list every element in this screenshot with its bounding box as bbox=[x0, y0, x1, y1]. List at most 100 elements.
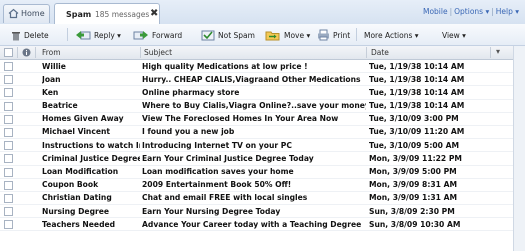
message-subject: Chat and email FREE with local singles bbox=[142, 193, 308, 203]
message-subject: Earn Your Nursing Degree Today bbox=[142, 206, 281, 216]
print-button[interactable]: Print bbox=[317, 28, 350, 42]
message-from: Michael Vincent bbox=[42, 127, 111, 137]
close-icon[interactable]: ✖ bbox=[150, 8, 158, 19]
message-row[interactable]: Homes Given Away View The Foreclosed Home… bbox=[0, 113, 525, 126]
row-checkbox[interactable] bbox=[4, 88, 13, 98]
view-button[interactable]: View ▾ bbox=[442, 28, 466, 42]
subject-column-header[interactable]: Subject bbox=[144, 48, 172, 57]
folder-icon bbox=[265, 31, 280, 41]
tab-spam-label: Spam bbox=[66, 10, 92, 19]
move-label: Move ▾ bbox=[284, 30, 311, 40]
reply-button[interactable]: Reply ▾ bbox=[75, 28, 121, 42]
message-date: Mon, 3/9/09 11:22 PM bbox=[369, 153, 462, 163]
row-checkbox[interactable] bbox=[4, 75, 13, 85]
row-checkbox[interactable] bbox=[4, 180, 13, 190]
trash-icon bbox=[12, 31, 20, 40]
view-label: View ▾ bbox=[442, 30, 466, 40]
forward-icon bbox=[133, 31, 148, 40]
message-subject: Hurry.. CHEAP CIALIS,Viagraand Other Med… bbox=[142, 74, 361, 84]
row-checkbox[interactable] bbox=[4, 127, 13, 137]
toolbar-divider bbox=[356, 28, 357, 41]
reply-label: Reply ▾ bbox=[94, 30, 121, 40]
flag-column-icon[interactable] bbox=[22, 48, 31, 57]
move-button[interactable]: Move ▾ bbox=[265, 28, 310, 42]
message-from: Christian Dating bbox=[42, 193, 112, 203]
message-subject: View The Foreclosed Homes In Your Area N… bbox=[142, 114, 339, 124]
row-checkbox[interactable] bbox=[4, 114, 13, 124]
message-row[interactable]: Willie High quality Medications at low pr… bbox=[0, 60, 525, 74]
message-row[interactable]: Christian Dating Chat and email FREE with… bbox=[0, 192, 525, 206]
message-from: Coupon Book bbox=[42, 180, 99, 190]
select-all-checkbox[interactable] bbox=[4, 48, 13, 57]
message-row[interactable]: Loan Modification Loan modification saves… bbox=[0, 166, 525, 179]
row-checkbox[interactable] bbox=[4, 141, 13, 151]
message-from: Homes Given Away bbox=[42, 114, 124, 124]
date-column-header[interactable]: Date bbox=[371, 48, 389, 57]
message-subject: Advance Your Career today with a Teachin… bbox=[142, 219, 362, 229]
tab-home[interactable]: Home bbox=[3, 4, 50, 23]
message-row[interactable]: Coupon Book 2009 Entertainment Book 50% O… bbox=[0, 179, 525, 192]
delete-label: Delete bbox=[24, 30, 49, 40]
spam-message-count: 185 messages bbox=[95, 10, 150, 19]
forward-button[interactable]: Forward bbox=[133, 28, 182, 42]
row-checkbox[interactable] bbox=[4, 193, 13, 203]
row-checkbox[interactable] bbox=[4, 154, 13, 164]
tab-home-label: Home bbox=[21, 9, 45, 18]
message-date: Tue, 3/10/09 11:20 AM bbox=[369, 127, 465, 137]
tab-bar: Home Spam 185 messages ✖ Mobile | Options … bbox=[0, 0, 525, 25]
message-from: Criminal Justice Degree bbox=[42, 153, 140, 163]
message-date: Sun, 3/8/09 2:30 PM bbox=[369, 206, 455, 216]
message-row[interactable]: Beatrice Where to Buy Cialis,Viagra Onlin… bbox=[0, 100, 525, 113]
column-divider bbox=[140, 47, 141, 58]
row-checkbox[interactable] bbox=[4, 101, 13, 111]
message-row[interactable]: Michael Vincent I found you a new job Tue,… bbox=[0, 126, 525, 140]
message-from: Instructions to watch Internet TV bbox=[42, 140, 140, 150]
message-row[interactable]: Nursing Degree Earn Your Nursing Degree T… bbox=[0, 205, 525, 219]
sort-arrow-icon[interactable]: ▾ bbox=[496, 47, 500, 56]
message-list-header: From Subject Date ▾ bbox=[0, 46, 525, 60]
message-row[interactable]: Instructions to watch Internet TVIntrodu… bbox=[0, 139, 525, 153]
forward-label: Forward bbox=[152, 30, 183, 40]
message-subject: Loan modification saves your home bbox=[142, 167, 294, 176]
message-subject: Earn Your Criminal Justice Degree Today bbox=[142, 153, 314, 163]
message-from: Nursing Degree bbox=[42, 206, 110, 216]
column-divider bbox=[17, 47, 18, 58]
not-spam-icon bbox=[201, 30, 215, 41]
row-checkbox[interactable] bbox=[4, 62, 13, 71]
message-subject: High quality Medications at low price ! bbox=[142, 61, 308, 71]
row-checkbox[interactable] bbox=[4, 167, 13, 177]
more-actions-button[interactable]: More Actions ▾ bbox=[364, 28, 419, 42]
tab-spam[interactable]: Spam 185 messages ✖ bbox=[54, 3, 160, 25]
mobile-link[interactable]: Mobile bbox=[423, 7, 448, 16]
message-date: Tue, 1/19/38 10:14 AM bbox=[369, 101, 465, 111]
message-date: Mon, 3/9/09 5:00 PM bbox=[369, 167, 457, 176]
message-subject: Introducing Internet TV on your PC bbox=[142, 140, 292, 150]
message-row[interactable]: Teachers Needed Advance Your Career today… bbox=[0, 218, 525, 232]
message-date: Tue, 3/10/09 5:00 AM bbox=[369, 140, 460, 150]
message-subject: Online pharmacy store bbox=[142, 87, 240, 97]
more-actions-label: More Actions ▾ bbox=[364, 30, 419, 40]
column-divider bbox=[490, 47, 491, 58]
message-subject: 2009 Entertainment Book 50% Off! bbox=[142, 180, 292, 190]
message-from: Beatrice bbox=[42, 101, 78, 111]
help-link[interactable]: Help ▾ bbox=[496, 7, 519, 16]
message-date: Tue, 1/19/38 10:14 AM bbox=[369, 74, 465, 84]
row-checkbox[interactable] bbox=[4, 220, 13, 230]
message-date: Tue, 1/19/38 10:14 AM bbox=[369, 61, 465, 71]
message-row[interactable]: Ken Online pharmacy store Tue, 1/19/38 10:… bbox=[0, 86, 525, 100]
top-links: Mobile | Options ▾ | Help ▾ bbox=[422, 7, 519, 16]
reply-icon bbox=[76, 31, 91, 40]
message-row[interactable]: Joan Hurry.. CHEAP CIALIS,Viagraand Other… bbox=[0, 73, 525, 87]
vertical-scrollbar[interactable] bbox=[513, 46, 525, 251]
options-link[interactable]: Options ▾ bbox=[454, 7, 489, 16]
message-date: Sun, 3/8/09 10:30 AM bbox=[369, 219, 461, 229]
toolbar: Delete Reply ▾ Forward Not Spam Move ▾ P… bbox=[0, 24, 525, 46]
toolbar-divider bbox=[67, 28, 68, 41]
row-checkbox[interactable] bbox=[4, 207, 13, 217]
from-column-header[interactable]: From bbox=[42, 48, 61, 57]
not-spam-button[interactable]: Not Spam bbox=[201, 28, 255, 42]
delete-button[interactable]: Delete bbox=[11, 28, 49, 42]
message-date: Tue, 3/10/09 3:00 PM bbox=[369, 114, 459, 124]
message-row[interactable]: Criminal Justice Degree Earn Your Crimina… bbox=[0, 152, 525, 166]
print-label: Print bbox=[333, 30, 351, 40]
